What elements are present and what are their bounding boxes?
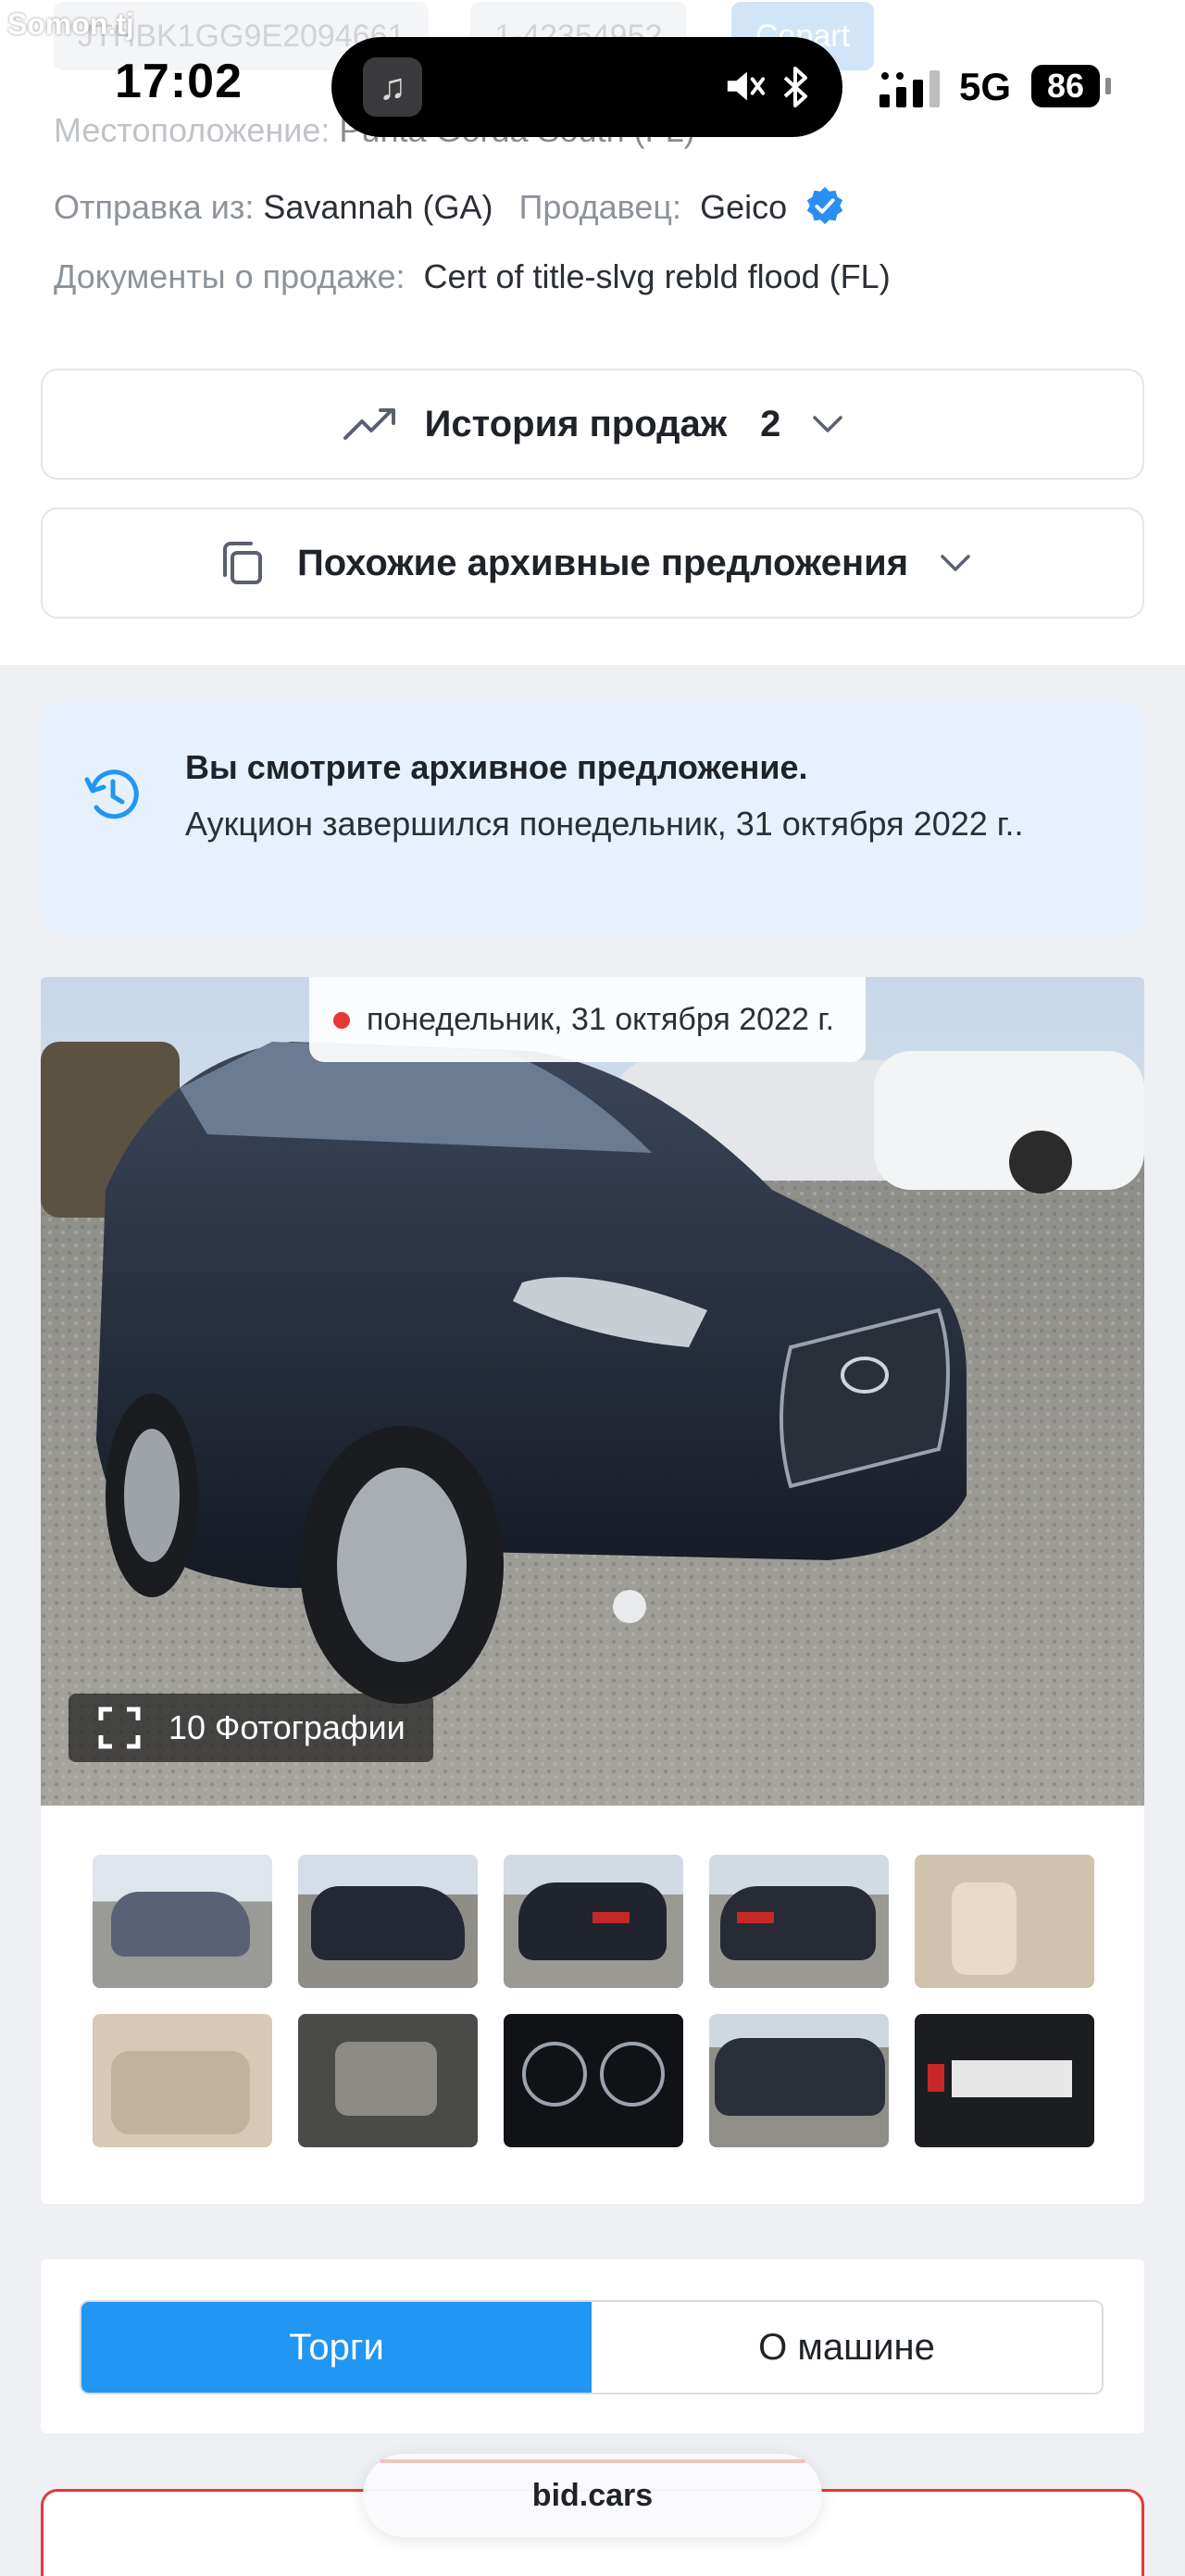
network-label: 5G bbox=[959, 65, 1012, 108]
car-photo-image bbox=[41, 977, 1144, 1806]
similar-offers-accordion[interactable]: Похожие архивные предложения bbox=[41, 507, 1144, 619]
history-icon bbox=[84, 769, 139, 819]
thumbnail-2[interactable] bbox=[298, 1855, 478, 1988]
status-dot bbox=[333, 1012, 350, 1029]
signal-icon bbox=[879, 70, 940, 107]
thumbnail-8[interactable] bbox=[504, 2014, 683, 2147]
fullscreen-icon bbox=[98, 1707, 141, 1749]
music-icon: ♫ bbox=[363, 57, 422, 117]
loading-indicator bbox=[380, 2459, 805, 2463]
segmented-tabs: Торги О машине bbox=[80, 2300, 1104, 2395]
trend-up-icon bbox=[343, 408, 395, 440]
docs-row: Документы о продаже: Cert of title-slvg … bbox=[54, 257, 891, 296]
ship-value: Savannah (GA) bbox=[263, 188, 493, 226]
tabs-card: Торги О машине bbox=[41, 2259, 1144, 2433]
all-photos-button[interactable]: 10 Фотографии bbox=[69, 1694, 433, 1762]
bluetooth-icon bbox=[783, 67, 807, 107]
status-bar: JTHBK1GG9E2094661 1-42354952 Copart Somo… bbox=[0, 0, 1185, 157]
chevron-down-icon bbox=[813, 416, 843, 432]
verified-badge-icon bbox=[806, 186, 843, 225]
copy-icon bbox=[222, 542, 262, 584]
tab-about-car[interactable]: О машине bbox=[592, 2302, 1102, 2393]
sales-history-label: История продаж bbox=[424, 403, 728, 444]
ship-seller-row: Отправка из: Savannah (GA) Продавец: Gei… bbox=[54, 185, 846, 228]
auction-date: понедельник, 31 октября 2022 г. bbox=[367, 1002, 835, 1037]
main-car-photo[interactable]: понедельник, 31 октября 2022 г. 10 Фотог… bbox=[41, 977, 1144, 1806]
photos-count-label: 10 Фотографии bbox=[168, 1708, 405, 1746]
seller-label: Продавец: bbox=[518, 188, 682, 226]
thumbnail-6[interactable] bbox=[93, 2014, 272, 2147]
archive-notice: Вы смотрите архивное предложение. Аукцио… bbox=[41, 702, 1144, 933]
sales-history-count: 2 bbox=[760, 403, 781, 444]
thumbnail-7[interactable] bbox=[298, 2014, 478, 2147]
docs-value: Cert of title-slvg rebld flood (FL) bbox=[423, 257, 891, 295]
ship-label: Отправка из: bbox=[54, 188, 255, 226]
thumbnail-3[interactable] bbox=[504, 1855, 683, 1988]
accordion-section: История продаж 2 Похожие архивные предло… bbox=[0, 341, 1185, 665]
thumbnail-4[interactable] bbox=[709, 1855, 889, 1988]
watermark: Somon.tj bbox=[7, 7, 134, 41]
photo-gallery: понедельник, 31 октября 2022 г. 10 Фотог… bbox=[41, 977, 1144, 2204]
similar-offers-label: Похожие архивные предложения bbox=[296, 542, 909, 583]
auction-date-pill: понедельник, 31 октября 2022 г. bbox=[309, 977, 867, 1062]
browser-url: bid.cars bbox=[531, 2478, 654, 2513]
thumbnail-5[interactable] bbox=[915, 1855, 1094, 1988]
sales-history-accordion[interactable]: История продаж 2 bbox=[41, 369, 1144, 480]
thumbnail-9[interactable] bbox=[709, 2014, 889, 2147]
browser-url-bar[interactable]: bid.cars bbox=[363, 2454, 822, 2537]
thumbnail-1[interactable] bbox=[93, 1855, 272, 1988]
notice-title: Вы смотрите архивное предложение. bbox=[185, 748, 808, 786]
thumbnail-10[interactable] bbox=[915, 2014, 1094, 2147]
muted-bell-icon bbox=[727, 71, 766, 101]
tab-bidding[interactable]: Торги bbox=[81, 2302, 592, 2393]
chevron-down-icon bbox=[941, 555, 970, 571]
status-time: 17:02 bbox=[115, 55, 243, 108]
notice-text: Аукцион завершился понедельник, 31 октяб… bbox=[185, 805, 1024, 843]
battery-tip bbox=[1105, 78, 1111, 94]
seller-value[interactable]: Geico bbox=[700, 188, 787, 226]
docs-label: Документы о продаже: bbox=[54, 257, 405, 295]
dynamic-island[interactable]: ♫ bbox=[331, 37, 842, 137]
battery-level: 86 bbox=[1031, 65, 1100, 107]
